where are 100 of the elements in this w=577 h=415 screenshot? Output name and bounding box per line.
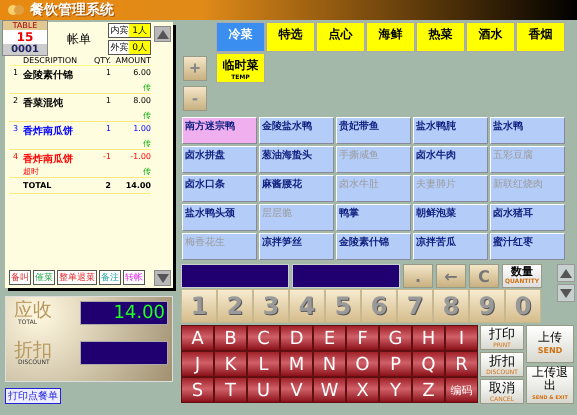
input-field[interactable] — [292, 264, 400, 288]
letter-key[interactable]: P — [379, 351, 412, 377]
sent-mark: 传 — [142, 138, 151, 149]
dish-button[interactable]: 朝鲜泡菜 — [413, 204, 488, 231]
scroll-up-button[interactable] — [557, 264, 575, 282]
letter-key[interactable]: I — [445, 325, 478, 351]
letter-key[interactable]: 编码 — [445, 377, 478, 403]
sent-mark: 传 — [142, 166, 151, 177]
row-note: 超时 — [23, 166, 40, 177]
sent-mark: 传 — [142, 82, 151, 93]
letter-key[interactable]: Z — [412, 377, 445, 403]
dish-button[interactable]: 卤水猪耳 — [490, 204, 565, 231]
order-row[interactable]: 4 香炸南瓜饼 -1 -1.00 超时 传 — [9, 150, 151, 178]
total-amount: 14.00 — [124, 181, 151, 190]
letter-key[interactable]: K — [214, 351, 247, 377]
letter-key[interactable]: W — [313, 377, 346, 403]
category-tab[interactable]: 海鲜 — [366, 22, 415, 52]
guest-count: 内宾 1人 — [108, 23, 151, 38]
category-tab[interactable]: 酒水 — [466, 22, 515, 52]
dish-name: 香炸南瓜饼 — [23, 124, 74, 138]
letter-key[interactable]: V — [280, 377, 313, 403]
letter-key[interactable]: L — [247, 351, 280, 377]
dish-button[interactable]: 卤水牛肉 — [413, 146, 488, 173]
letter-key[interactable]: O — [346, 351, 379, 377]
letter-key[interactable]: N — [313, 351, 346, 377]
letter-key[interactable]: H — [412, 325, 445, 351]
quantity: 1 — [104, 124, 111, 135]
send-key[interactable]: 上传 SEND — [526, 325, 574, 363]
category-tab[interactable]: 冷菜 — [216, 22, 265, 52]
category-tab[interactable]: 热菜 — [416, 22, 465, 52]
letter-key[interactable]: A — [181, 325, 214, 351]
action-button[interactable]: 催菜 — [33, 270, 55, 285]
dish-button[interactable]: 凉拌苦瓜 — [413, 233, 488, 260]
letter-key[interactable]: X — [346, 377, 379, 403]
dish-button[interactable]: 鸭掌 — [336, 204, 411, 231]
quantity: -1 — [102, 152, 111, 163]
action-button[interactable]: 备注 — [99, 270, 121, 285]
letter-key[interactable]: C — [247, 325, 280, 351]
dish-button[interactable]: 盐水鸭头颈 — [182, 204, 257, 231]
letter-key[interactable]: U — [247, 377, 280, 403]
dish-name: 金陵素什锦 — [23, 68, 74, 82]
up-arrow-icon — [560, 268, 572, 278]
category-tab[interactable]: 香烟 — [516, 22, 565, 52]
edit-key[interactable]: . — [403, 264, 433, 288]
letter-key[interactable]: E — [313, 325, 346, 351]
scroll-down-button[interactable] — [154, 270, 171, 286]
dish-button[interactable]: 凉拌笋丝 — [259, 233, 334, 260]
dish-button[interactable]: 葱油海蛰头 — [259, 146, 334, 173]
scroll-up-button[interactable] — [154, 26, 171, 42]
letter-key[interactable]: J — [181, 351, 214, 377]
column-header: DESCRIPTION — [23, 56, 78, 65]
total-label: TOTAL — [23, 181, 52, 190]
letter-key[interactable]: S — [181, 377, 214, 403]
letter-key[interactable]: D — [280, 325, 313, 351]
letter-key[interactable]: B — [214, 325, 247, 351]
order-row[interactable]: 2 香菜混饨 1 8.00 传 — [9, 94, 151, 122]
dish-button[interactable]: 盐水鸭 — [490, 117, 565, 144]
bill-title: 帐单 — [67, 30, 92, 48]
amount: 8.00 — [132, 96, 151, 107]
sent-mark: 传 — [142, 110, 151, 121]
edit-key[interactable]: C — [469, 264, 499, 288]
total-display: 14.00 — [80, 301, 168, 325]
letter-key[interactable]: R — [445, 351, 478, 377]
letter-key[interactable]: T — [214, 377, 247, 403]
category-tab[interactable]: 特选 — [266, 22, 315, 52]
input-field[interactable] — [181, 264, 289, 288]
order-row[interactable]: 3 香炸南瓜饼 1 1.00 传 — [9, 122, 151, 150]
dish-button[interactable]: 贵妃带鱼 — [336, 117, 411, 144]
row-index: 2 — [13, 96, 20, 107]
dish-button[interactable]: 盐水鸭肫 — [413, 117, 488, 144]
down-arrow-icon — [156, 274, 168, 282]
dish-button[interactable]: 南方迷宗鸭 — [182, 117, 257, 144]
amount: -1.00 — [129, 152, 151, 163]
letter-key[interactable]: Y — [379, 377, 412, 403]
letter-key[interactable]: M — [280, 351, 313, 377]
dish-button[interactable]: 麻酱腰花 — [259, 175, 334, 202]
action-button[interactable]: 备叫 — [9, 270, 31, 285]
dish-button[interactable]: 卤水口条 — [182, 175, 257, 202]
dish-button[interactable]: 金陵盐水鸭 — [259, 117, 334, 144]
letter-key[interactable]: F — [346, 325, 379, 351]
row-index: 1 — [13, 68, 20, 79]
row-index: 3 — [13, 124, 20, 135]
total-quantity: 2 — [104, 181, 111, 190]
guest-count: 外宾 0人 — [108, 40, 151, 55]
dish-name: 香炸南瓜饼 — [23, 152, 74, 166]
scroll-down-button[interactable] — [557, 284, 575, 302]
order-row[interactable]: 1 金陵素什锦 1 6.00 传 — [9, 66, 151, 94]
dish-button[interactable]: 蜜汁红枣 — [490, 233, 565, 260]
action-button[interactable]: 整单退菜 — [57, 270, 97, 285]
action-button[interactable]: 转帐 — [123, 270, 145, 285]
row-index: 4 — [13, 152, 20, 163]
category-tab[interactable]: 点心 — [316, 22, 365, 52]
dish-button[interactable]: 卤水拼盘 — [182, 146, 257, 173]
letter-key[interactable]: G — [379, 325, 412, 351]
dish-button[interactable]: 金陵素什锦 — [336, 233, 411, 260]
column-header: QTY. — [93, 56, 111, 65]
letter-key[interactable]: Q — [412, 351, 445, 377]
table-code: 0001 — [3, 44, 47, 55]
print-order-link[interactable]: 打印点餐单 — [5, 388, 61, 404]
edit-key[interactable]: ← — [436, 264, 466, 288]
